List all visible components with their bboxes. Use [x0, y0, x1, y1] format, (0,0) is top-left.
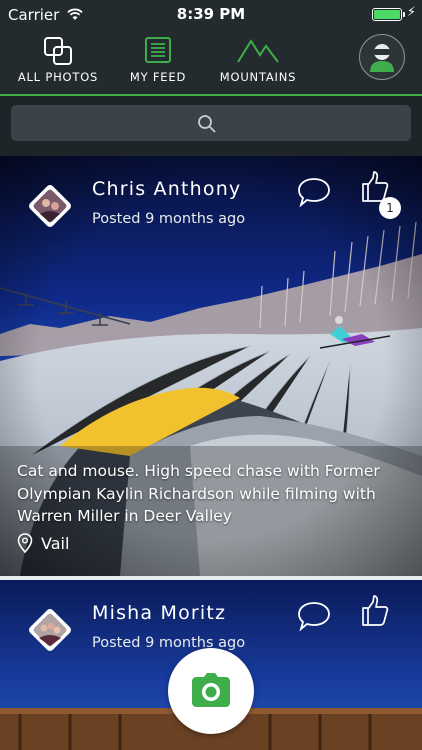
- top-nav: ALL PHOTOS MY FEED MOUNTAINS: [0, 30, 422, 96]
- comment-button[interactable]: [296, 600, 332, 636]
- camera-icon: [192, 673, 230, 707]
- location-pin-icon: [17, 533, 33, 553]
- tab-my-feed[interactable]: MY FEED: [103, 30, 213, 94]
- author-avatar[interactable]: [24, 180, 76, 232]
- feed-icon: [145, 37, 171, 63]
- search-input[interactable]: [11, 105, 411, 141]
- battery-icon: [372, 8, 405, 21]
- status-bar: Carrier 8:39 PM ⚡: [0, 0, 422, 30]
- tab-label: ALL PHOTOS: [17, 70, 99, 84]
- like-button[interactable]: [360, 594, 390, 632]
- tab-label: MOUNTAINS: [219, 70, 297, 84]
- comment-icon: [298, 178, 330, 208]
- tab-label: MY FEED: [129, 70, 187, 84]
- mountains-icon: [237, 39, 279, 63]
- comment-icon: [298, 602, 330, 632]
- charging-icon: ⚡: [406, 5, 416, 20]
- author-name[interactable]: Misha Moritz: [92, 602, 226, 624]
- comment-button[interactable]: [296, 176, 332, 212]
- search-icon: [198, 115, 216, 133]
- thumbs-up-icon: [362, 595, 389, 626]
- author-avatar[interactable]: [24, 604, 76, 656]
- tab-all-photos[interactable]: ALL PHOTOS: [3, 30, 113, 94]
- location-label: Vail: [41, 534, 70, 553]
- profile-avatar-button[interactable]: [359, 34, 405, 80]
- post-caption: Cat and mouse. High speed chase with For…: [17, 462, 380, 525]
- post-timestamp: Posted 9 months ago: [92, 211, 246, 227]
- camera-button[interactable]: [168, 648, 254, 734]
- search-area: [0, 96, 422, 152]
- user-avatar-icon: [370, 44, 394, 72]
- clock: 8:39 PM: [176, 5, 246, 23]
- photos-icon: [44, 37, 72, 65]
- feed-post[interactable]: Chris Anthony Posted 9 months ago 1 Cat …: [0, 156, 422, 576]
- author-name[interactable]: Chris Anthony: [92, 178, 241, 200]
- tab-mountains[interactable]: MOUNTAINS: [203, 30, 313, 94]
- like-count-badge: 1: [379, 197, 401, 219]
